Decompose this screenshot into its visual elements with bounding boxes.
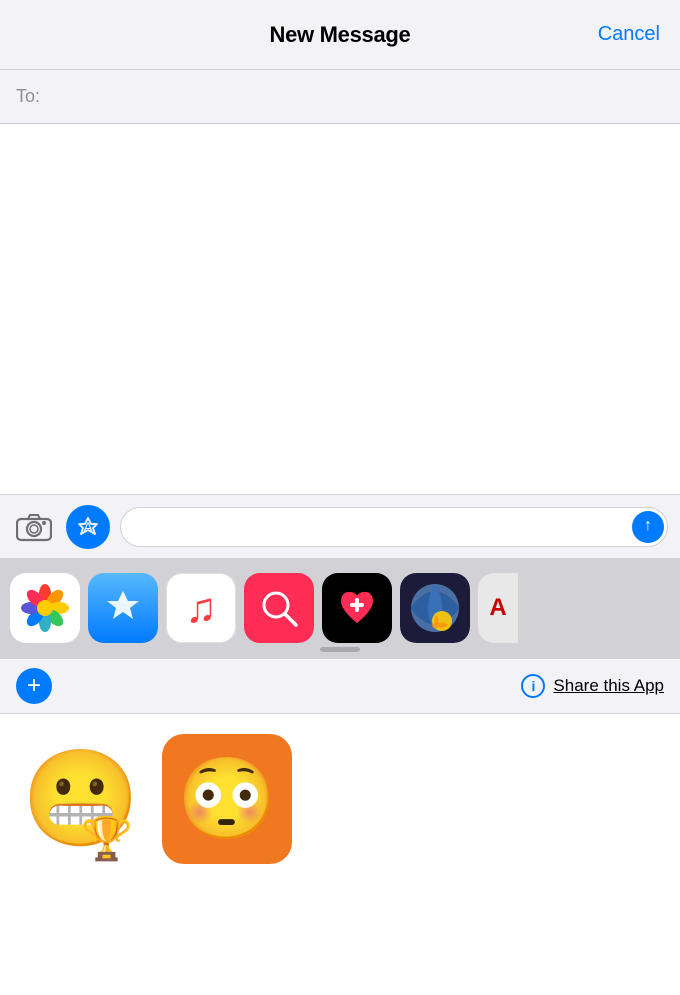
message-input-wrapper: ↑: [120, 507, 668, 547]
action-bar: + i Share this App: [0, 658, 680, 714]
to-input[interactable]: [46, 86, 664, 107]
photos-icon: [20, 583, 70, 633]
ad-icon-text: A: [489, 594, 506, 622]
send-icon: ↑: [644, 518, 652, 534]
camera-button[interactable]: [12, 505, 56, 549]
plus-icon: +: [27, 674, 41, 698]
page-title: New Message: [270, 22, 411, 48]
websearch-app-icon[interactable]: [244, 573, 314, 643]
appstore-app-icon[interactable]: [88, 573, 158, 643]
stickers-area: 😬 🏆 😳: [0, 714, 680, 899]
to-label: To:: [16, 86, 40, 107]
heart-app-icon[interactable]: [322, 573, 392, 643]
camera-icon: [16, 512, 52, 542]
to-row: To:: [0, 70, 680, 124]
appstore-small-icon: A: [75, 514, 101, 540]
apps-shelf: ♫ A: [0, 558, 680, 658]
sticker-2-bg: 😳: [162, 734, 292, 864]
sticker-2[interactable]: 😳: [162, 734, 292, 864]
emoji-trophy: 🏆: [81, 815, 133, 864]
add-button[interactable]: +: [16, 668, 52, 704]
message-input[interactable]: [120, 507, 668, 547]
input-row: A ↑: [0, 494, 680, 558]
appstore-shortcut-button[interactable]: A: [66, 505, 110, 549]
share-this-app-button[interactable]: i Share this App: [521, 674, 664, 698]
share-this-app-label: Share this App: [553, 676, 664, 696]
music-app-icon[interactable]: ♫: [166, 573, 236, 643]
websearch-icon: [256, 585, 302, 631]
appstore-shelf-icon: [100, 585, 146, 631]
ad-app-icon[interactable]: A: [478, 573, 518, 643]
svg-text:A: A: [83, 519, 93, 535]
globe-icon: [400, 573, 470, 643]
cancel-button[interactable]: Cancel: [598, 23, 660, 46]
heart-icon: [334, 585, 380, 631]
info-icon: i: [521, 674, 545, 698]
globe-app-icon[interactable]: [400, 573, 470, 643]
photos-app-icon[interactable]: [10, 573, 80, 643]
send-button[interactable]: ↑: [632, 511, 664, 543]
emoji-anxious: 😳: [177, 759, 277, 839]
sticker-1[interactable]: 😬 🏆: [16, 734, 146, 864]
scroll-indicator: [320, 647, 360, 652]
message-body: [0, 124, 680, 494]
header: New Message Cancel: [0, 0, 680, 70]
music-icon: ♫: [185, 584, 217, 632]
